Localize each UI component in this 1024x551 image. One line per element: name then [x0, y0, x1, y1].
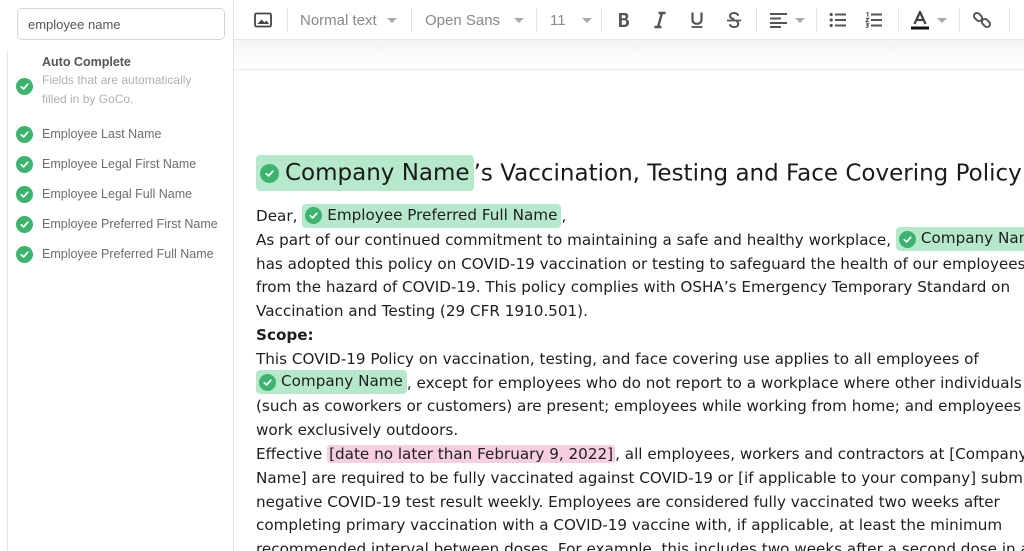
body-line: This COVID-19 Policy on vaccination, tes…	[256, 349, 979, 368]
check-circle-icon	[16, 78, 33, 95]
font-family-select[interactable]: Open Sans	[425, 8, 525, 32]
underline-icon[interactable]	[689, 8, 705, 32]
toolbar-divider	[816, 8, 817, 32]
body-line: recommended interval between doses. For …	[256, 540, 1024, 551]
field-item-label: Employee Preferred Full Name	[42, 247, 214, 261]
body-line: from the hazard of COVID-19. This policy…	[256, 278, 1011, 297]
merge-field-company-name[interactable]: Company Name	[256, 370, 407, 395]
field-item-label: Employee Last Name	[42, 127, 162, 141]
auto-complete-description: Fields that are automatically filled in …	[42, 71, 191, 109]
body-text-segment: , all employees, workers and contractors…	[615, 444, 1024, 463]
check-circle-icon	[16, 246, 33, 263]
document-title-text: ’s Vaccination, Testing and Face Coverin…	[473, 160, 1022, 187]
insert-image-icon[interactable]	[254, 8, 272, 32]
placeholder-highlight-date[interactable]: [date no later than February 9, 2022]	[327, 444, 616, 463]
sidebar-divider	[7, 50, 8, 551]
body-line: completing primary vaccination with a CO…	[256, 516, 1003, 535]
salutation-text: Dear,	[256, 207, 298, 225]
font-size-value: 11	[550, 11, 566, 29]
auto-complete-group: Auto Complete Fields that are automatica…	[16, 55, 191, 109]
editor-toolbar: Normal text Open Sans 11	[234, 0, 1024, 40]
auto-complete-desc-line1: Fields that are automatically	[42, 73, 192, 87]
paragraph-style-value: Normal text	[300, 11, 377, 29]
chevron-down-icon	[581, 17, 592, 23]
merge-field-label: Employee Preferred Full Name	[327, 205, 558, 224]
toolbar-divider	[959, 8, 960, 32]
chevron-down-icon	[514, 17, 525, 23]
document-canvas[interactable]: Company Name ’s Vaccination, Testing and…	[234, 40, 1024, 551]
auto-complete-title: Auto Complete	[42, 55, 131, 69]
body-line: has adopted this policy on COVID-19 vacc…	[256, 254, 1024, 273]
link-icon[interactable]	[972, 8, 992, 32]
body-text-segment: , except for employees who do not report…	[406, 373, 1022, 392]
body-line: Effective [date no later than February 9…	[256, 443, 1024, 467]
check-circle-icon	[260, 163, 279, 183]
numbered-list-icon[interactable]	[865, 8, 883, 32]
check-circle-icon	[259, 373, 276, 391]
field-item-employee-preferred-full-name[interactable]: Employee Preferred Full Name	[16, 246, 214, 263]
strikethrough-icon[interactable]	[725, 8, 743, 32]
document-body: Dear, Employee Preferred Full Name , As …	[256, 203, 1024, 551]
toolbar-divider	[411, 8, 412, 32]
field-item-employee-legal-first-name[interactable]: Employee Legal First Name	[16, 156, 196, 173]
body-text-segment: Effective	[256, 444, 323, 463]
field-item-label: Employee Preferred First Name	[42, 217, 218, 231]
merge-field-company-name[interactable]: Company Name	[895, 227, 1024, 252]
toolbar-divider	[536, 8, 537, 32]
toolbar-divider	[1009, 8, 1010, 32]
body-line: negative COVID-19 test result weekly. Em…	[256, 492, 1000, 511]
font-family-value: Open Sans	[425, 11, 501, 29]
check-circle-icon	[16, 126, 33, 143]
field-item-label: Employee Legal First Name	[42, 157, 197, 171]
check-circle-icon	[16, 186, 33, 203]
check-circle-icon	[16, 156, 33, 173]
bold-icon[interactable]	[616, 8, 632, 32]
font-color-icon[interactable]	[910, 8, 947, 32]
salutation-comma: ,	[561, 207, 567, 225]
body-line: As part of our continued commitment to m…	[256, 227, 1024, 253]
bulleted-list-icon[interactable]	[829, 8, 847, 32]
paragraph-style-select[interactable]: Normal text	[300, 8, 397, 32]
body-line: Company Name , except for employees who …	[256, 370, 1024, 396]
merge-field-company-name[interactable]: Company Name	[256, 155, 474, 191]
page-top-margin	[234, 40, 1024, 70]
body-line: (such as coworkers or customers) are pre…	[256, 397, 1024, 416]
toolbar-divider	[287, 8, 288, 32]
body-text-segment: As part of our continued commitment to m…	[256, 230, 892, 249]
toolbar-divider	[898, 8, 899, 32]
check-circle-icon	[16, 216, 33, 233]
font-size-select[interactable]: 11	[550, 8, 592, 32]
field-item-employee-last-name[interactable]: Employee Last Name	[16, 126, 162, 143]
field-search-input[interactable]	[17, 8, 225, 40]
body-line: Dear, Employee Preferred Full Name ,	[256, 203, 1024, 229]
italic-icon[interactable]	[652, 8, 668, 32]
field-item-label: Employee Legal Full Name	[42, 187, 193, 201]
fields-sidebar: Auto Complete Fields that are automatica…	[0, 0, 234, 551]
toolbar-divider	[756, 8, 757, 32]
merge-field-label: Company Name	[920, 229, 1024, 248]
scope-heading: Scope:	[256, 325, 314, 344]
toolbar-divider	[601, 8, 602, 32]
document-title: Company Name ’s Vaccination, Testing and…	[256, 155, 1022, 191]
body-line: Vaccination and Testing (29 CFR 1910.501…	[256, 302, 588, 321]
field-item-employee-preferred-first-name[interactable]: Employee Preferred First Name	[16, 216, 218, 233]
chevron-down-icon	[937, 17, 947, 23]
text-align-icon[interactable]	[769, 8, 805, 32]
merge-field-label: Company Name	[281, 372, 403, 391]
chevron-down-icon	[386, 17, 397, 23]
merge-field-label: Company Name	[285, 160, 470, 186]
body-line: Name] are required to be fully vaccinate…	[256, 468, 1024, 487]
chevron-down-icon	[795, 17, 805, 23]
body-line: work exclusively outdoors.	[256, 421, 459, 440]
merge-field-employee-preferred-full-name[interactable]: Employee Preferred Full Name	[302, 203, 562, 228]
check-circle-icon	[305, 207, 323, 224]
field-item-employee-legal-full-name[interactable]: Employee Legal Full Name	[16, 186, 192, 203]
auto-complete-desc-line2: filled in by GoCo.	[42, 92, 134, 106]
check-circle-icon	[898, 230, 916, 248]
